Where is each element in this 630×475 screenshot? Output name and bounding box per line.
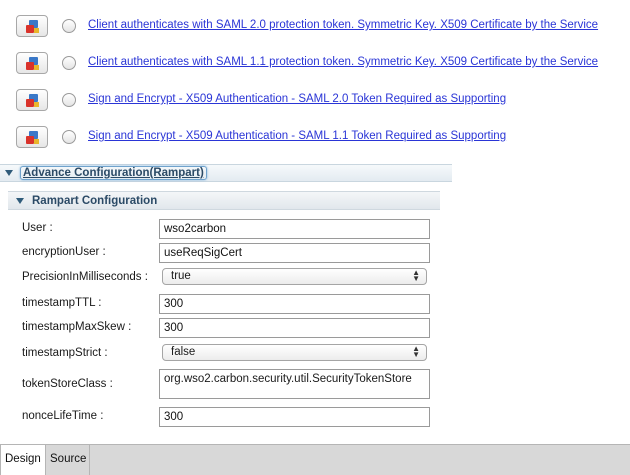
editor-tab-bar: Design Source bbox=[0, 444, 630, 475]
shield-lock-icon bbox=[26, 20, 39, 33]
scenario-4-radio[interactable] bbox=[62, 130, 76, 144]
scenario-row-1: Client authenticates with SAML 2.0 prote… bbox=[0, 11, 630, 41]
timestamp-ttl-label: timestampTTL : bbox=[22, 297, 102, 309]
shield-lock-icon bbox=[26, 94, 39, 107]
scenario-row-4: Sign and Encrypt - X509 Authentication -… bbox=[0, 122, 630, 152]
user-label: User : bbox=[22, 222, 53, 234]
scenario-1-radio[interactable] bbox=[62, 19, 76, 33]
token-store-class-label: tokenStoreClass : bbox=[22, 378, 113, 390]
nonce-lifetime-input[interactable] bbox=[159, 407, 430, 427]
updown-arrows-icon: ▲ ▼ bbox=[412, 344, 420, 359]
precision-select[interactable]: true ▲ ▼ bbox=[162, 268, 427, 285]
timestamp-strict-select-value: false bbox=[171, 346, 196, 358]
nonce-lifetime-label: nonceLifeTime : bbox=[22, 410, 104, 422]
advance-configuration-header[interactable]: Advance Configuration(Rampart) bbox=[0, 164, 452, 182]
tab-source[interactable]: Source bbox=[46, 445, 90, 475]
scenario-1-icon-button[interactable] bbox=[16, 15, 48, 37]
advance-configuration-title[interactable]: Advance Configuration(Rampart) bbox=[20, 166, 207, 180]
shield-lock-icon bbox=[26, 57, 39, 70]
scenario-3-link[interactable]: Sign and Encrypt - X509 Authentication -… bbox=[88, 93, 506, 105]
scenario-row-2: Client authenticates with SAML 1.1 prote… bbox=[0, 48, 630, 78]
encryption-user-label: encryptionUser : bbox=[22, 246, 106, 258]
triangle-down-icon bbox=[5, 170, 13, 176]
scenario-2-link[interactable]: Client authenticates with SAML 1.1 prote… bbox=[88, 56, 598, 68]
scenario-3-radio[interactable] bbox=[62, 93, 76, 107]
timestamp-max-skew-label: timestampMaxSkew : bbox=[22, 321, 132, 333]
precision-select-value: true bbox=[171, 270, 191, 282]
rampart-configuration-header[interactable]: Rampart Configuration bbox=[8, 191, 440, 210]
scenario-4-link[interactable]: Sign and Encrypt - X509 Authentication -… bbox=[88, 130, 506, 142]
encryption-user-input[interactable] bbox=[159, 243, 430, 263]
rampart-configuration-title: Rampart Configuration bbox=[32, 195, 158, 207]
updown-arrows-icon: ▲ ▼ bbox=[412, 268, 420, 283]
shield-lock-icon bbox=[26, 131, 39, 144]
triangle-down-icon bbox=[16, 198, 24, 204]
scenario-row-3: Sign and Encrypt - X509 Authentication -… bbox=[0, 85, 630, 115]
precision-label: PrecisionInMilliseconds : bbox=[22, 271, 148, 283]
scenario-1-link[interactable]: Client authenticates with SAML 2.0 prote… bbox=[88, 19, 598, 31]
scenario-3-icon-button[interactable] bbox=[16, 89, 48, 111]
scenario-4-icon-button[interactable] bbox=[16, 126, 48, 148]
timestamp-strict-label: timestampStrict : bbox=[22, 347, 108, 359]
tab-design[interactable]: Design bbox=[0, 445, 46, 475]
scenario-2-radio[interactable] bbox=[62, 56, 76, 70]
timestamp-ttl-input[interactable] bbox=[159, 294, 430, 314]
user-input[interactable] bbox=[159, 219, 430, 239]
token-store-class-textarea[interactable]: org.wso2.carbon.security.util.SecurityTo… bbox=[159, 369, 430, 399]
timestamp-max-skew-input[interactable] bbox=[159, 318, 430, 338]
timestamp-strict-select[interactable]: false ▲ ▼ bbox=[162, 344, 427, 361]
scenario-2-icon-button[interactable] bbox=[16, 52, 48, 74]
